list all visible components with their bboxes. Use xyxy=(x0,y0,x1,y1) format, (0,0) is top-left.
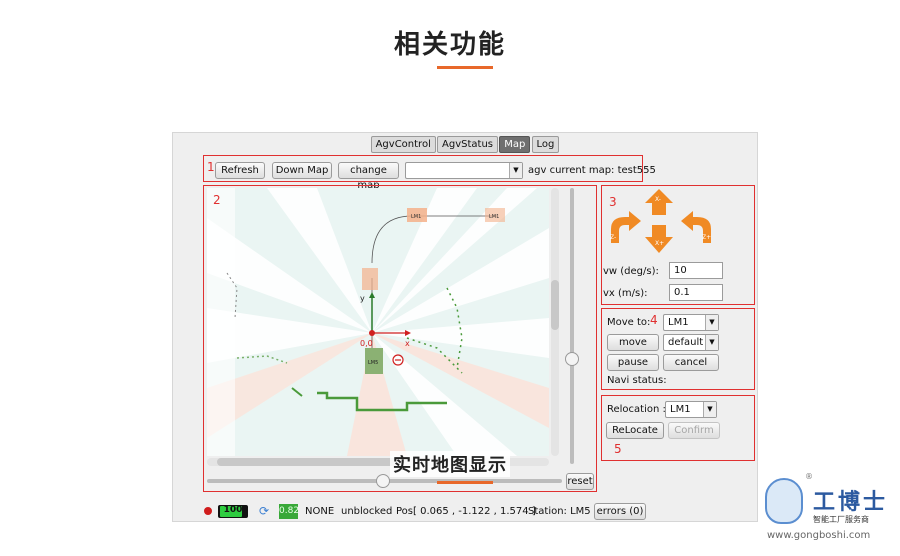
status-bar: 100 ⟳ 0.82 NONE unblocked Pos[ 0.065 , -… xyxy=(201,503,731,521)
vw-label: vw (deg/s): xyxy=(603,266,659,277)
refresh-button[interactable]: Refresh xyxy=(215,162,265,179)
section-5-number: 5 xyxy=(614,442,622,456)
axis-y-label: y xyxy=(360,294,365,303)
relocation-label: Relocation : xyxy=(607,404,666,415)
dropdown-arrow-icon: ▼ xyxy=(705,315,718,330)
turn-left-icon[interactable]: Z- xyxy=(610,211,641,243)
logo-subtitle: 智能工厂服务商 xyxy=(813,515,869,524)
section-4-number: 4 xyxy=(650,313,658,327)
move-mode-value: default xyxy=(668,337,704,348)
relocate-button[interactable]: ReLocate xyxy=(606,422,664,439)
change-map-button[interactable]: change map xyxy=(338,162,399,191)
station-status: Station: LM5 xyxy=(528,506,591,517)
title-underline xyxy=(437,66,493,69)
turn-right-icon[interactable]: Z+ xyxy=(681,211,711,243)
arrow-up-label: X- xyxy=(655,196,661,203)
dropdown-arrow-icon: ▼ xyxy=(705,335,718,350)
move-to-label: Move to: xyxy=(607,317,651,328)
move-target-value: LM1 xyxy=(668,317,689,328)
map-drawing: LM1 LM1 LM5 y x 0,0 xyxy=(207,188,549,456)
position-status: Pos[ 0.065 , -1.122 , 1.574 ] xyxy=(396,506,536,517)
station-label: LM5 xyxy=(368,360,378,366)
blocked-status: unblocked xyxy=(341,506,393,517)
axis-x-label: x xyxy=(405,339,410,348)
relocation-value: LM1 xyxy=(670,404,691,415)
relocation-select[interactable]: LM1 ▼ xyxy=(665,401,717,418)
vx-input[interactable]: 0.1 xyxy=(669,284,723,301)
pause-button[interactable]: pause xyxy=(607,354,659,371)
map-select[interactable]: ▼ xyxy=(405,162,523,179)
section-1-number: 1 xyxy=(207,160,215,174)
speed-badge: 0.82 xyxy=(279,504,299,519)
map-canvas[interactable]: LM1 LM1 LM5 y x 0,0 xyxy=(207,188,549,456)
station-label: LM1 xyxy=(489,214,499,220)
page-title: 相关功能 xyxy=(393,30,506,60)
zoom-slider-handle[interactable] xyxy=(565,352,579,366)
move-mode-select[interactable]: default ▼ xyxy=(663,334,719,351)
tab-agvstatus[interactable]: AgvStatus xyxy=(437,136,499,153)
cancel-button[interactable]: cancel xyxy=(663,354,719,371)
logo-url: www.gongboshi.com xyxy=(767,530,871,541)
tab-bar: AgvControl AgvStatus Map Log xyxy=(173,136,757,153)
vx-label: vx (m/s): xyxy=(603,288,648,299)
errors-button[interactable]: errors (0) xyxy=(594,503,646,520)
dropdown-arrow-icon: ▼ xyxy=(703,402,716,417)
reset-button[interactable]: reset xyxy=(566,473,594,490)
jog-pad: X- X+ Z- Z+ xyxy=(610,189,711,253)
turn-right-label: Z+ xyxy=(702,234,711,241)
tab-log[interactable]: Log xyxy=(531,136,560,153)
station-label: LM1 xyxy=(411,214,421,220)
slide: 相关功能 AgvControl AgvStatus Map Log 1 Refr… xyxy=(0,0,900,556)
battery-value: 100 xyxy=(223,505,243,515)
zoom-slider-track[interactable] xyxy=(570,188,574,464)
down-map-button[interactable]: Down Map xyxy=(272,162,332,179)
vw-input[interactable]: 10 xyxy=(669,262,723,279)
agv-app-window: AgvControl AgvStatus Map Log 1 Refresh D… xyxy=(172,132,758,522)
map-vertical-scrollbar[interactable] xyxy=(551,188,559,456)
origin-label: 0,0 xyxy=(360,339,373,348)
rotate-slider-handle[interactable] xyxy=(376,474,390,488)
logo-name: 工博士 xyxy=(813,490,889,515)
map-horizontal-scroll-thumb[interactable] xyxy=(217,458,397,466)
turn-left-label: Z- xyxy=(610,234,616,241)
dropdown-arrow-icon: ▼ xyxy=(509,163,522,178)
tab-map[interactable]: Map xyxy=(499,136,531,153)
move-target-select[interactable]: LM1 ▼ xyxy=(663,314,719,331)
section-2-number: 2 xyxy=(213,193,221,207)
robot-mascot-icon xyxy=(765,478,803,524)
caption-underline xyxy=(437,481,493,484)
arrow-down-icon[interactable]: X+ xyxy=(645,225,673,253)
map-vertical-scroll-thumb[interactable] xyxy=(551,280,559,330)
tab-agvcontrol[interactable]: AgvControl xyxy=(370,136,436,153)
arrow-up-icon[interactable]: X- xyxy=(645,189,673,215)
map-caption: 实时地图显示 xyxy=(390,451,510,477)
record-dot-icon xyxy=(204,507,212,515)
mode-status: NONE xyxy=(305,506,335,517)
current-map-label: agv current map: test555 xyxy=(528,165,656,176)
registered-mark: ® xyxy=(805,472,813,481)
navi-status-label: Navi status: xyxy=(607,375,667,386)
brand-logo: ® 工博士 智能工厂服务商 www.gongboshi.com xyxy=(765,468,890,546)
arrow-down-label: X+ xyxy=(655,240,664,247)
move-button[interactable]: move xyxy=(607,334,659,351)
confirm-button[interactable]: Confirm xyxy=(668,422,720,439)
battery-icon: 100 xyxy=(218,505,248,518)
sync-icon: ⟳ xyxy=(259,504,270,518)
